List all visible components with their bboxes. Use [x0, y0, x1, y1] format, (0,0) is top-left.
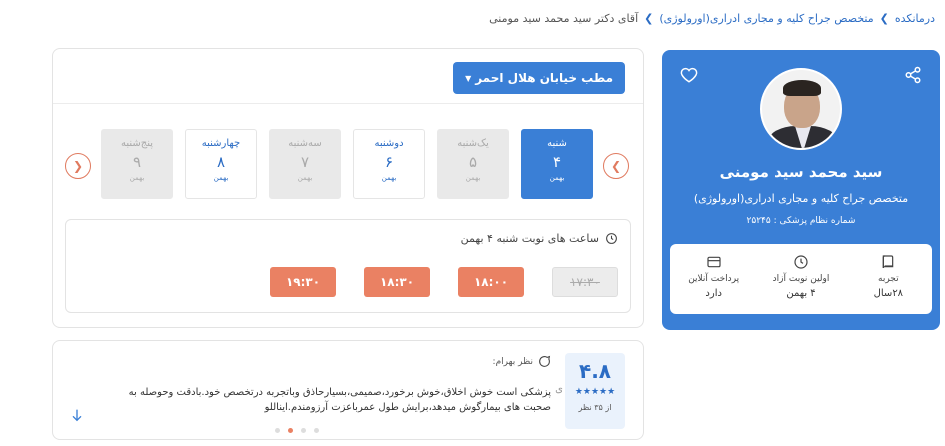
- doctor-avatar: [760, 68, 842, 150]
- review-next-peek: ی: [555, 384, 563, 395]
- time-slot[interactable]: ۱۸:۳۰: [364, 267, 430, 297]
- breadcrumb-category[interactable]: متخصص جراح کلیه و مجاری ادراری(اورولوژی): [659, 12, 873, 25]
- office-label: مطب خیابان هلال احمر: [475, 71, 613, 85]
- comment-icon: [539, 355, 551, 367]
- day-name: یک‌شنبه: [457, 138, 489, 149]
- rating-stars: ★★★★★: [574, 387, 616, 397]
- review-text: پزشکی است خوش اخلاق،خوش برخورد،صمیمی،بسی…: [128, 387, 551, 413]
- day-number: ۴: [552, 153, 562, 171]
- rating-count: از ۳۵ نظر: [578, 403, 612, 412]
- day-number: ۸: [216, 153, 226, 171]
- day-card[interactable]: شنبه ۴ بهمن: [521, 129, 593, 199]
- day-name: چهارشنبه: [201, 138, 241, 149]
- doctor-profile-card: سید محمد سید مومنی متخصص جراح کلیه و مجا…: [662, 50, 940, 330]
- clock-icon: [794, 255, 808, 269]
- day-month: بهمن: [465, 174, 481, 182]
- carousel-dot[interactable]: [301, 428, 306, 433]
- days-prev-button[interactable]: ❮: [65, 153, 91, 179]
- breadcrumb-home[interactable]: درمانکده: [895, 12, 935, 25]
- rating-box: ۴.۸ ★★★★★ از ۳۵ نظر: [565, 353, 625, 429]
- book-icon: [883, 255, 894, 269]
- doctor-specialty: متخصص جراح کلیه و مجاری ادراری(اورولوژی): [693, 192, 909, 205]
- appointment-panel: مطب خیابان هلال احمر ▼ ❯ ❮ شنبه ۴ بهمن ی…: [52, 48, 644, 328]
- appointment-topbar: مطب خیابان هلال احمر ▼: [53, 49, 643, 104]
- day-name: دوشنبه: [374, 138, 404, 149]
- day-month: بهمن: [213, 174, 229, 182]
- breadcrumb: درمانکده ❯ متخصص جراح کلیه و مجاری ادرار…: [10, 12, 935, 25]
- doctor-name: سید محمد سید مومنی: [719, 163, 883, 181]
- day-month: بهمن: [549, 174, 565, 182]
- doctor-stats: تجربه ۲۸سال اولین نوبت آزاد ۴ بهمن پرداخ…: [670, 244, 932, 314]
- stat-value: دارد: [705, 288, 722, 299]
- carousel-dots: [275, 428, 319, 433]
- chevron-right-icon: ❯: [610, 159, 622, 173]
- review-author-name: نظر بهرام:: [492, 356, 533, 367]
- day-number: ۶: [384, 153, 394, 171]
- day-card: یک‌شنبه ۵ بهمن: [437, 129, 509, 199]
- day-month: بهمن: [297, 174, 313, 182]
- stat-first-slot: اولین نوبت آزاد ۴ بهمن: [757, 244, 844, 314]
- stat-experience: تجربه ۲۸سال: [845, 244, 932, 314]
- day-number: ۷: [300, 153, 310, 171]
- day-number: ۵: [468, 153, 478, 171]
- stat-online-payment: پرداخت آنلاین دارد: [670, 244, 757, 314]
- rating-score: ۴.۸: [578, 359, 611, 383]
- stat-value: ۲۸سال: [873, 288, 904, 299]
- day-card: سه‌شنبه ۷ بهمن: [269, 129, 341, 199]
- card-icon: [707, 256, 721, 268]
- time-slot: ۱۷:۳۰: [552, 267, 618, 297]
- day-picker: شنبه ۴ بهمن یک‌شنبه ۵ بهمن دوشنبه ۶ بهمن…: [101, 129, 593, 199]
- time-slot[interactable]: ۱۹:۳۰: [270, 267, 336, 297]
- chevron-left-icon: ❯: [879, 12, 889, 25]
- stat-label: تجربه: [878, 274, 899, 284]
- day-number: ۹: [132, 153, 142, 171]
- time-slot[interactable]: ۱۸:۰۰: [458, 267, 524, 297]
- days-next-button[interactable]: ❯: [603, 153, 629, 179]
- breadcrumb-current: آقای دکتر سید محمد سید مومنی: [489, 12, 639, 25]
- carousel-dot[interactable]: [275, 428, 280, 433]
- carousel-dot[interactable]: [314, 428, 319, 433]
- review-panel: ۴.۸ ★★★★★ از ۳۵ نظر نظر بهرام: ی پزشکی ا…: [52, 340, 644, 440]
- day-month: بهمن: [381, 174, 397, 182]
- share-icon[interactable]: [904, 66, 922, 84]
- stat-label: اولین نوبت آزاد: [772, 274, 830, 284]
- heart-icon[interactable]: [680, 66, 698, 84]
- day-name: سه‌شنبه: [288, 138, 322, 149]
- slots-title-text: ساعت های نوبت شنبه ۴ بهمن: [460, 232, 599, 245]
- caret-down-icon: ▼: [465, 73, 472, 83]
- day-card: پنج‌شنبه ۹ بهمن: [101, 129, 173, 199]
- day-month: بهمن: [129, 174, 145, 182]
- day-card[interactable]: چهارشنبه ۸ بهمن: [185, 129, 257, 199]
- stat-value: ۴ بهمن: [786, 288, 816, 299]
- slots-title: ساعت های نوبت شنبه ۴ بهمن: [461, 232, 618, 245]
- medical-code: شماره نظام پزشکی : ۲۵۲۴۵: [746, 216, 856, 226]
- time-slots-box: ساعت های نوبت شنبه ۴ بهمن ۱۷:۳۰ ۱۸:۰۰ ۱۸…: [65, 219, 631, 313]
- clock-icon: [606, 233, 617, 244]
- review-author: نظر بهرام:: [493, 355, 551, 368]
- day-name: شنبه: [547, 138, 567, 149]
- day-name: پنج‌شنبه: [120, 138, 154, 149]
- office-select-button[interactable]: مطب خیابان هلال احمر ▼: [453, 62, 625, 94]
- chevron-left-icon: ❯: [644, 12, 654, 25]
- stat-label: پرداخت آنلاین: [688, 274, 740, 284]
- slot-row: ۱۷:۳۰ ۱۸:۰۰ ۱۸:۳۰ ۱۹:۳۰: [270, 267, 618, 297]
- arrow-down-icon[interactable]: [69, 407, 85, 423]
- chevron-left-icon: ❮: [72, 159, 84, 173]
- day-card[interactable]: دوشنبه ۶ بهمن: [353, 129, 425, 199]
- carousel-dot[interactable]: [288, 428, 293, 433]
